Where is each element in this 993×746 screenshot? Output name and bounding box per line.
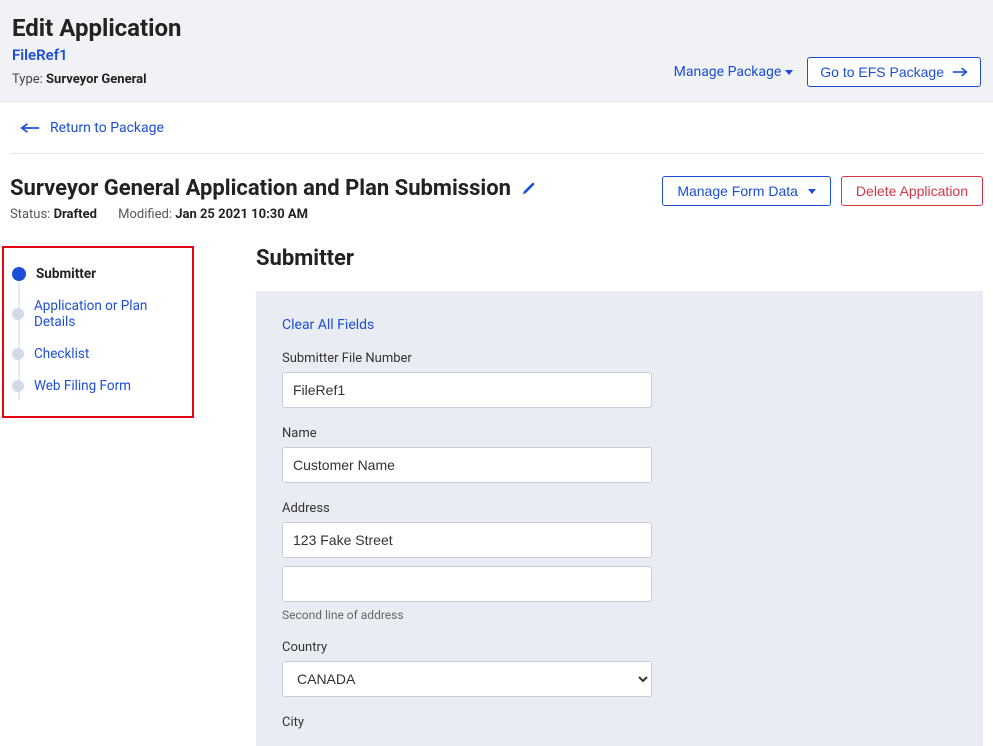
wizard-stepper: Submitter Application or Plan Details Ch… — [2, 246, 194, 418]
form-title-block: Surveyor General Application and Plan Su… — [10, 176, 535, 222]
delete-application-button[interactable]: Delete Application — [841, 176, 983, 206]
status-value: Drafted — [54, 207, 97, 222]
arrow-right-icon — [952, 65, 968, 79]
caret-down-icon — [785, 70, 793, 75]
field-address: Address Second line of address — [282, 501, 957, 622]
return-row: Return to Package — [10, 102, 983, 154]
step-indicator-icon — [12, 308, 24, 320]
section-title: Submitter — [256, 246, 983, 271]
field-name: Name — [282, 426, 957, 483]
name-label: Name — [282, 426, 957, 441]
step-submitter[interactable]: Submitter — [12, 258, 184, 290]
step-application-plan-details[interactable]: Application or Plan Details — [12, 290, 184, 338]
submitter-file-number-input[interactable] — [282, 372, 652, 408]
file-reference-link[interactable]: FileRef1 — [12, 46, 68, 64]
manage-form-data-label: Manage Form Data — [677, 183, 798, 199]
step-web-filing-form[interactable]: Web Filing Form — [12, 370, 184, 402]
step-indicator-icon — [12, 380, 24, 392]
step-indicator-icon — [12, 267, 26, 281]
manage-package-label: Manage Package — [674, 64, 782, 80]
caret-down-icon — [808, 189, 816, 194]
city-label: City — [282, 715, 957, 730]
edit-pencil-icon[interactable] — [521, 182, 535, 196]
address-help-text: Second line of address — [282, 608, 957, 622]
type-value: Surveyor General — [46, 72, 147, 87]
step-label: Application or Plan Details — [34, 298, 184, 330]
modified-value: Jan 25 2021 10:30 AM — [175, 207, 308, 222]
submitter-file-number-label: Submitter File Number — [282, 351, 957, 366]
manage-form-data-dropdown[interactable]: Manage Form Data — [662, 176, 831, 206]
address-label: Address — [282, 501, 957, 516]
return-to-package-label: Return to Package — [50, 120, 164, 136]
step-label: Checklist — [34, 346, 89, 362]
clear-all-fields-link[interactable]: Clear All Fields — [282, 317, 374, 333]
arrow-left-icon — [20, 121, 40, 135]
step-indicator-icon — [12, 348, 24, 360]
submitter-form-panel: Clear All Fields Submitter File Number N… — [256, 291, 983, 746]
country-label: Country — [282, 640, 957, 655]
go-to-efs-label: Go to EFS Package — [820, 64, 944, 80]
go-to-efs-button[interactable]: Go to EFS Package — [807, 57, 981, 87]
return-to-package-link[interactable]: Return to Package — [20, 120, 164, 136]
country-select[interactable]: CANADA — [282, 661, 652, 697]
delete-application-label: Delete Application — [856, 183, 968, 199]
field-city: City — [282, 715, 957, 730]
step-label: Submitter — [36, 266, 96, 282]
field-submitter-file-number: Submitter File Number — [282, 351, 957, 408]
type-label: Type: — [12, 72, 43, 87]
form-title: Surveyor General Application and Plan Su… — [10, 176, 511, 201]
form-header-row: Surveyor General Application and Plan Su… — [0, 154, 993, 222]
name-input[interactable] — [282, 447, 652, 483]
status-line: Status: Drafted Modified: Jan 25 2021 10… — [10, 207, 535, 222]
step-checklist[interactable]: Checklist — [12, 338, 184, 370]
content-column: Submitter Clear All Fields Submitter Fil… — [256, 246, 983, 746]
main-area: Submitter Application or Plan Details Ch… — [0, 222, 993, 746]
header-actions: Manage Package Go to EFS Package — [670, 57, 981, 87]
modified-label: Modified: — [118, 207, 172, 222]
page-title: Edit Application — [12, 14, 981, 42]
address-line2-input[interactable] — [282, 566, 652, 602]
app-header: Edit Application FileRef1 Type: Surveyor… — [0, 0, 993, 102]
form-header-actions: Manage Form Data Delete Application — [662, 176, 983, 206]
manage-package-dropdown[interactable]: Manage Package — [670, 58, 798, 86]
step-label: Web Filing Form — [34, 378, 131, 394]
address-line1-input[interactable] — [282, 522, 652, 558]
status-label: Status: — [10, 207, 50, 222]
field-country: Country CANADA — [282, 640, 957, 697]
